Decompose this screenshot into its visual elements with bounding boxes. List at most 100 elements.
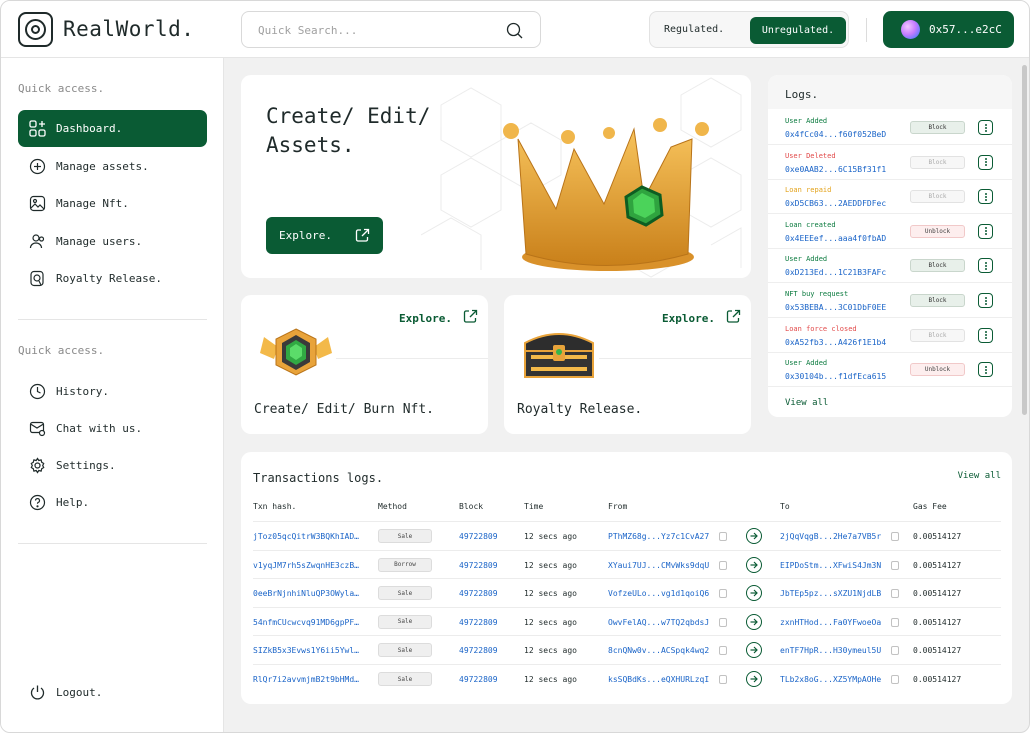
tx-hash[interactable]: jToz05qcQitrW3BQKhIAD… <box>253 532 365 541</box>
wallet-button[interactable]: 0x57...e2cC <box>883 11 1014 48</box>
tx-block[interactable]: 49722809 <box>459 618 498 627</box>
method-badge: Sale <box>378 672 432 686</box>
copy-icon[interactable] <box>891 646 899 656</box>
sidebar-item-label: History. <box>56 385 109 398</box>
more-options-icon[interactable] <box>978 293 993 308</box>
logout-button[interactable]: Logout. <box>18 674 207 711</box>
sidebar-item-manage-users[interactable]: Manage users. <box>18 223 207 260</box>
royalty-card[interactable]: Explore. Royalty Release. <box>504 295 751 434</box>
more-options-icon[interactable] <box>978 258 993 274</box>
tx-hash[interactable]: SIZkB5x3Evws1Y6ii5Ywl… <box>253 646 365 655</box>
log-address[interactable]: 0x53BEBA...3C01DbF0EE <box>785 303 886 312</box>
tx-from[interactable]: 8cnQNw0v...ACSpqk4wq2 <box>608 646 709 655</box>
sidebar-item-manage-assets[interactable]: Manage assets. <box>18 148 207 185</box>
copy-icon[interactable] <box>719 560 727 570</box>
tx-from[interactable]: OwvFelAQ...w7TQ2qbdsJ <box>608 618 709 627</box>
copy-icon[interactable] <box>891 560 899 570</box>
tx-from[interactable]: XYaui7UJ...CMvWks9dqU <box>608 561 709 570</box>
log-action-button[interactable]: Block <box>910 121 965 134</box>
arrow-right-icon <box>746 585 762 602</box>
nft-explore-link[interactable]: Explore. <box>399 312 452 325</box>
copy-icon[interactable] <box>891 532 899 541</box>
search-icon[interactable] <box>506 22 523 39</box>
copy-icon[interactable] <box>891 617 899 627</box>
copy-icon[interactable] <box>891 675 899 684</box>
tx-to[interactable]: EIPDoStm...XFwiS4Jm3N <box>780 561 881 570</box>
page-scrollbar[interactable] <box>1022 65 1027 415</box>
tx-hash[interactable]: RlQr7i2avvmjmB2t9bHMd… <box>253 675 365 684</box>
regulated-option[interactable]: Regulated. <box>664 24 724 35</box>
more-options-icon[interactable] <box>978 154 993 170</box>
copy-icon[interactable] <box>719 646 727 656</box>
more-options-icon[interactable] <box>978 120 993 135</box>
tx-to[interactable]: zxnHTHod...Fa0YFwoeOa <box>780 618 881 627</box>
sidebar-item-manage-nft[interactable]: Manage Nft. <box>18 185 207 222</box>
tx-from[interactable]: PThMZ68g...Yz7c1CvA27 <box>608 532 709 541</box>
log-address[interactable]: 0xD5CB63...2AEDDFDFec <box>785 199 886 208</box>
log-action-button[interactable]: Block <box>910 155 965 169</box>
log-action-button[interactable]: Block <box>910 294 965 307</box>
royalty-explore-link[interactable]: Explore. <box>662 312 715 325</box>
hero-explore-button[interactable]: Explore. <box>266 217 383 254</box>
sidebar-item-history[interactable]: History. <box>18 373 207 410</box>
brand-name: RealWorld. <box>63 17 195 41</box>
search-placeholder: Quick Search... <box>258 24 358 37</box>
logs-view-all-link[interactable]: View all <box>785 398 828 408</box>
sidebar-item-settings[interactable]: Settings. <box>18 447 207 484</box>
log-event-label: Loan repaid <box>785 186 832 195</box>
copy-icon[interactable] <box>891 589 899 599</box>
sidebar-item-dashboard[interactable]: Dashboard. <box>18 110 207 147</box>
log-event-label: User Deleted <box>785 151 836 160</box>
log-action-button[interactable]: Block <box>910 190 965 204</box>
log-action-button[interactable]: Block <box>910 259 965 273</box>
external-link-icon[interactable] <box>463 309 478 324</box>
log-address[interactable]: 0xA52fb3...A426f1E1b4 <box>785 338 886 347</box>
tx-block[interactable]: 49722809 <box>459 561 498 570</box>
log-address[interactable]: 0x4EEEef...aaa4f0fbAD <box>785 234 886 243</box>
tx-hash[interactable]: 54nfmCUcwcvq91MD6gpPF… <box>253 618 365 627</box>
log-event-label: Loan created <box>785 220 836 229</box>
more-options-icon[interactable] <box>978 362 993 378</box>
more-options-icon[interactable] <box>978 223 993 239</box>
tx-to[interactable]: TLb2x8oG...XZ5YMpAOHe <box>780 675 881 684</box>
tx-gas-fee: 0.00514127 <box>913 532 962 541</box>
log-address[interactable]: 0xe0AAB2...6C15Bf31f1 <box>785 165 886 174</box>
tx-block[interactable]: 49722809 <box>459 646 498 655</box>
tx-to[interactable]: JbTEp5pz...sXZU1NjdLB <box>780 589 881 598</box>
logo-icon[interactable] <box>18 12 53 47</box>
sidebar-item-royalty-release[interactable]: Royalty Release. <box>18 260 207 297</box>
log-action-button[interactable]: Block <box>910 328 965 342</box>
tx-from[interactable]: ksSQBdKs...eQXHURLzqI <box>608 675 709 684</box>
nft-card[interactable]: Explore. Create/ Edit/ Burn Nft. <box>241 295 488 434</box>
sidebar-item-help[interactable]: Help. <box>18 484 207 521</box>
unregulated-option[interactable]: Unregulated. <box>750 17 846 44</box>
copy-icon[interactable] <box>719 617 727 627</box>
external-link-icon[interactable] <box>726 309 741 324</box>
table-row: jToz05qcQitrW3BQKhIAD… Sale 49722809 12 sec… <box>253 521 1001 550</box>
log-action-button[interactable]: Unblock <box>910 224 965 238</box>
tx-block[interactable]: 49722809 <box>459 532 498 541</box>
search-input[interactable]: Quick Search... <box>241 11 541 48</box>
sidebar-item-chat[interactable]: Chat with us. <box>18 410 207 447</box>
copy-icon[interactable] <box>719 589 727 599</box>
tx-block[interactable]: 49722809 <box>459 675 498 684</box>
tx-hash[interactable]: 0eeBrNjnhiNluQP3OWyla… <box>253 589 365 598</box>
treasure-chest-illustration <box>524 333 594 378</box>
sidebar-item-label: Help. <box>56 496 90 509</box>
log-address[interactable]: 0x30104b...f1dfEca615 <box>785 372 886 381</box>
tx-to[interactable]: 2jQqVqgB...2He7a7VB5r <box>780 532 881 541</box>
tx-from[interactable]: VofzeULo...vg1d1qoiQ6 <box>608 589 709 598</box>
log-address[interactable]: 0x4fCc04...f60f052BeD <box>785 130 886 139</box>
transactions-view-all-link[interactable]: View all <box>958 471 1001 481</box>
copy-icon[interactable] <box>719 532 727 541</box>
tx-hash[interactable]: v1yqJM7rh5sZwqnHE3czB… <box>253 561 365 570</box>
chat-icon <box>29 421 46 437</box>
method-badge: Borrow <box>378 557 432 572</box>
copy-icon[interactable] <box>719 675 727 684</box>
log-action-button[interactable]: Unblock <box>910 363 965 377</box>
more-options-icon[interactable] <box>978 189 993 205</box>
tx-block[interactable]: 49722809 <box>459 589 498 598</box>
tx-to[interactable]: enTF7HpR...H30ymeul5U <box>780 646 881 655</box>
log-address[interactable]: 0xD213Ed...1C21B3FAFc <box>785 268 886 277</box>
more-options-icon[interactable] <box>978 327 993 343</box>
